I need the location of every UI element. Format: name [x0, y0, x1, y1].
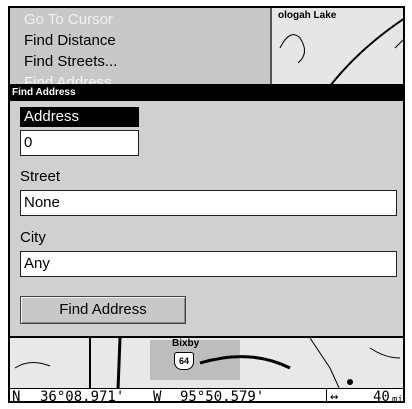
longitude: 95°50.579': [180, 389, 265, 403]
menu-item-find-distance[interactable]: Find Distance: [24, 32, 116, 49]
zoom-value: 40: [373, 389, 390, 403]
lake-label: ologah Lake: [278, 10, 337, 21]
lat-hemisphere: N: [12, 389, 21, 403]
map-bottom-roads: [14, 338, 401, 390]
latitude: 36°08.971': [40, 389, 125, 403]
find-address-dialog: Find Address Address 0 Street None City …: [10, 84, 403, 336]
map-bottom[interactable]: Bixby 64: [10, 336, 403, 390]
dialog-title: Find Address: [10, 85, 403, 101]
lon-hemisphere: W: [153, 389, 162, 403]
menu-item-find-streets[interactable]: Find Streets...: [24, 53, 117, 70]
city-field[interactable]: Any: [20, 251, 397, 277]
address-field[interactable]: 0: [20, 130, 139, 156]
town-label: Bixby: [172, 338, 200, 349]
status-divider: [326, 389, 327, 401]
map-top[interactable]: ologah Lake: [270, 8, 403, 86]
address-label[interactable]: Address: [20, 107, 139, 127]
find-address-button[interactable]: Find Address: [20, 296, 186, 324]
status-bar: N 36°08.971' W 95°50.579' ↔ 40 mi: [10, 388, 403, 403]
street-label: Street: [20, 168, 61, 185]
street-field[interactable]: None: [20, 190, 397, 216]
dropdown-menu: Go To Cursor Find Distance Find Streets.…: [10, 8, 272, 91]
menu-item-go-to-cursor[interactable]: Go To Cursor: [24, 11, 113, 28]
zoom-unit: mi: [392, 395, 403, 403]
zoom-arrow-icon: ↔: [330, 389, 339, 403]
city-label: City: [20, 229, 46, 246]
route-shield-icon: 64: [174, 352, 194, 370]
gps-screen: ologah Lake Go To Cursor Find Distance F…: [8, 6, 405, 403]
